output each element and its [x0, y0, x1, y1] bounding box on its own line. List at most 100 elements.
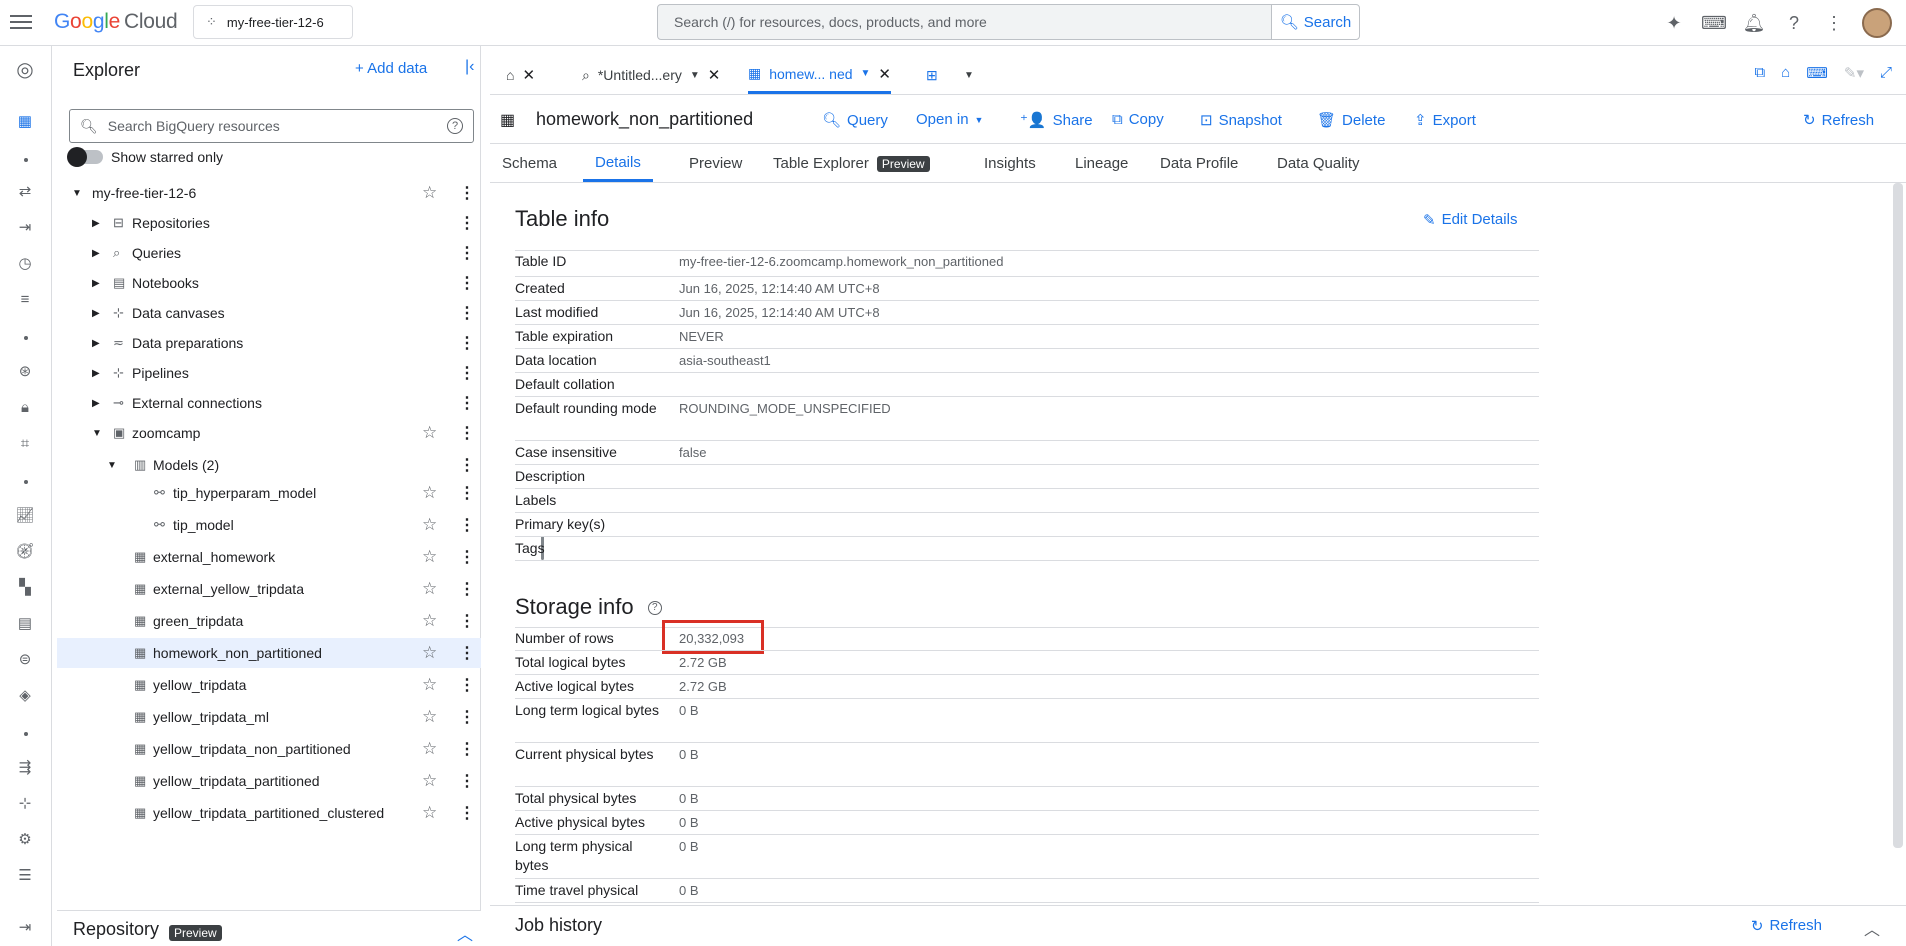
star-icon[interactable]: ☆ — [422, 483, 437, 503]
fullscreen-icon[interactable]: ⤢ — [1880, 64, 1892, 82]
star-icon[interactable]: ☆ — [422, 579, 437, 599]
explorer-search-input[interactable]: 🔍︎ Search BigQuery resources ? — [69, 109, 474, 143]
tree-item[interactable]: ▦ external_yellow_tripdata ☆ ⋮ — [57, 574, 481, 604]
google-cloud-logo[interactable]: Google Cloud — [54, 10, 178, 34]
gemini-icon[interactable]: ✦ — [1662, 11, 1686, 35]
caret-down-icon[interactable]: ▼ — [72, 188, 82, 199]
caret-right-icon[interactable]: ▶ — [92, 278, 100, 289]
tab-insights[interactable]: Insights — [972, 145, 1048, 182]
bigquery-icon[interactable]: ◎ — [14, 58, 36, 81]
caret-right-icon[interactable]: ▶ — [92, 308, 100, 319]
tree-item[interactable]: ▦ yellow_tripdata_non_partitioned ☆ ⋮ — [57, 734, 481, 764]
help-icon[interactable]: ? — [447, 118, 463, 134]
tab-list-dropdown[interactable]: ▼ — [964, 56, 974, 94]
star-icon[interactable]: ☆ — [422, 183, 437, 203]
star-icon[interactable]: ☆ — [422, 675, 437, 695]
more-actions-icon[interactable]: ⋮ — [459, 547, 475, 567]
tab-preview[interactable]: Preview — [677, 145, 754, 182]
monitoring-icon[interactable]: 📈︎ — [14, 504, 36, 526]
tree-item[interactable]: ▼ ▥ Models (2) ⋮ — [57, 450, 481, 480]
pipelines-icon[interactable]: ⇥ — [14, 216, 36, 238]
partner-center-icon[interactable]: ◈ — [14, 684, 36, 706]
caret-right-icon[interactable]: ▶ — [92, 248, 100, 259]
edit-disabled-icon[interactable]: ✎▾ — [1844, 64, 1864, 82]
star-icon[interactable]: ☆ — [422, 771, 437, 791]
global-search-input[interactable]: Search (/) for resources, docs, products… — [657, 4, 1272, 40]
keyboard-icon[interactable]: ⌨ — [1806, 64, 1828, 82]
query-button[interactable]: 🔍︎ Query — [822, 111, 888, 130]
tree-item[interactable]: ▶ ⊹ Pipelines ⋮ — [57, 358, 481, 388]
tab-details[interactable]: Details — [583, 145, 653, 182]
collapse-panel-icon[interactable]: |‹ — [465, 58, 474, 76]
tree-item[interactable]: ▶ ⌕ Queries ⋮ — [57, 238, 481, 268]
tab-table-explorer[interactable]: Table Explorer Preview — [761, 145, 942, 182]
close-icon[interactable]: ✕ — [878, 65, 891, 83]
more-actions-icon[interactable]: ⋮ — [459, 675, 475, 695]
tree-item[interactable]: ▼ ▣ zoomcamp ☆ ⋮ — [57, 418, 481, 448]
tree-item[interactable]: ▦ homework_non_partitioned ☆ ⋮ — [57, 638, 481, 668]
star-icon[interactable]: ☆ — [422, 707, 437, 727]
more-actions-icon[interactable]: ⋮ — [459, 213, 475, 233]
more-actions-icon[interactable]: ⋮ — [459, 303, 475, 323]
compose-icon[interactable]: ⧉ — [1754, 64, 1765, 82]
tree-item[interactable]: ▶ ≂ Data preparations ⋮ — [57, 328, 481, 358]
release-notes-icon[interactable]: ☰ — [14, 864, 36, 886]
tree-item[interactable]: ▼ my-free-tier-12-6 ☆ ⋮ — [57, 178, 481, 208]
tree-item[interactable]: ⚯ tip_model ☆ ⋮ — [57, 510, 481, 540]
close-icon[interactable]: ✕ — [522, 66, 535, 84]
scheduled-queries-icon[interactable]: ◷ — [14, 252, 36, 274]
settings-icon[interactable]: ⚙ — [14, 828, 36, 850]
studio-icon[interactable]: ▦ — [14, 110, 36, 132]
workflows-icon[interactable]: ≡ — [14, 288, 36, 310]
tab-lineage[interactable]: Lineage — [1063, 145, 1140, 182]
transfers-icon[interactable]: ⇄ — [14, 180, 36, 202]
refresh-button[interactable]: ↻ Refresh — [1803, 111, 1874, 130]
more-actions-icon[interactable]: ⋮ — [459, 393, 475, 413]
avatar[interactable] — [1862, 8, 1892, 38]
more-actions-icon[interactable]: ⋮ — [459, 455, 475, 475]
help-icon[interactable]: ? — [647, 601, 662, 616]
star-icon[interactable]: ☆ — [422, 547, 437, 567]
tab-home[interactable]: ⌂ ✕ — [506, 56, 535, 94]
hierarchy-icon[interactable]: ⊹ — [14, 792, 36, 814]
job-history-refresh-button[interactable]: ↻ Refresh — [1751, 917, 1822, 935]
copy-button[interactable]: ⧉ Copy — [1112, 111, 1164, 128]
more-actions-icon[interactable]: ⋮ — [459, 423, 475, 443]
notifications-icon[interactable]: 🔔︎ — [1742, 11, 1766, 35]
more-actions-icon[interactable]: ⋮ — [459, 579, 475, 599]
share-button[interactable]: ⁺👤 Share — [1020, 111, 1093, 130]
content-scrollbar[interactable] — [1893, 183, 1903, 848]
more-actions-icon[interactable]: ⋮ — [459, 771, 475, 791]
more-actions-icon[interactable]: ⋮ — [459, 739, 475, 759]
show-starred-toggle[interactable] — [67, 147, 103, 167]
tree-item[interactable]: ⚯ tip_hyperparam_model ☆ ⋮ — [57, 478, 481, 508]
search-button[interactable]: 🔍︎ Search — [1271, 4, 1360, 40]
star-icon[interactable]: ☆ — [422, 803, 437, 823]
tab-homework-table[interactable]: ▦ homew... ned ▼ ✕ — [748, 56, 891, 94]
close-icon[interactable]: ✕ — [708, 66, 721, 84]
more-actions-icon[interactable]: ⋮ — [459, 707, 475, 727]
tree-item[interactable]: ▦ yellow_tripdata_partitioned ☆ ⋮ — [57, 766, 481, 796]
capacity-icon[interactable]: ▤ — [14, 612, 36, 634]
export-button[interactable]: ⇪ Export — [1414, 111, 1476, 130]
lock-icon[interactable]: 🔒︎ — [14, 396, 36, 418]
migration-icon[interactable]: ⇶ — [14, 756, 36, 778]
bi-engine-icon[interactable]: ⊜ — [14, 648, 36, 670]
more-actions-icon[interactable]: ⋮ — [459, 363, 475, 383]
more-actions-icon[interactable]: ⋮ — [459, 611, 475, 631]
expand-rail-icon[interactable]: ⇥ — [14, 916, 36, 938]
tree-item[interactable]: ▶ ⊸ External connections ⋮ — [57, 388, 481, 418]
more-actions-icon[interactable]: ⋮ — [459, 643, 475, 663]
tab-schema[interactable]: Schema — [490, 145, 569, 182]
analytics-hub-icon[interactable]: ⊛ — [14, 360, 36, 382]
caret-right-icon[interactable]: ▶ — [92, 398, 100, 409]
tree-item[interactable]: ▦ yellow_tripdata_partitioned_clustered ☆ ⋮ — [57, 798, 481, 828]
tree-item[interactable]: ▶ ▤ Notebooks ⋮ — [57, 268, 481, 298]
more-actions-icon[interactable]: ⋮ — [459, 515, 475, 535]
open-in-button[interactable]: Open in ▼ — [916, 111, 983, 128]
main-menu-icon[interactable] — [10, 11, 32, 33]
tab-data-quality[interactable]: Data Quality — [1265, 145, 1372, 182]
caret-right-icon[interactable]: ▶ — [92, 368, 100, 379]
chevron-up-icon[interactable]: ︿ — [1864, 916, 1880, 940]
tree-item[interactable]: ▦ yellow_tripdata_ml ☆ ⋮ — [57, 702, 481, 732]
